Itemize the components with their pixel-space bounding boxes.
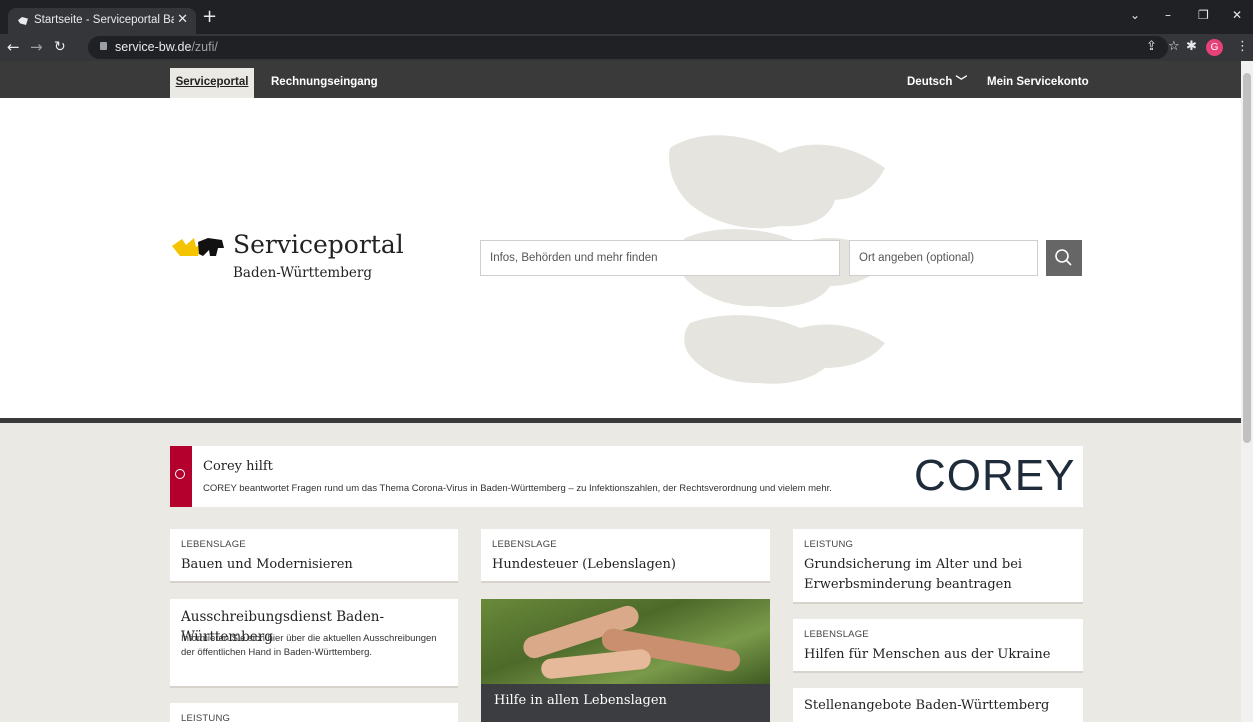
close-window-icon[interactable]: ✕ — [1232, 8, 1242, 22]
search-field[interactable] — [480, 240, 840, 276]
url-text: service-bw.de/zufi/ — [115, 40, 218, 54]
location-field[interactable] — [849, 240, 1038, 276]
card-title: Hundesteuer (Lebenslagen) — [492, 557, 676, 572]
search-button[interactable] — [1046, 240, 1082, 276]
card-hilfe-lebenslagen[interactable]: Hilfe in allen Lebenslagen — [481, 599, 770, 722]
page-scrollbar[interactable] — [1241, 61, 1253, 722]
info-icon — [175, 469, 185, 479]
card-ukraine[interactable]: LEBENSLAGE Hilfen für Menschen aus der U… — [793, 619, 1083, 673]
browser-tab[interactable]: Startseite - Serviceportal Baden-W ✕ — [8, 8, 196, 34]
card-ausschreibungsdienst[interactable]: Ausschreibungsdienst Baden-Württemberg I… — [170, 599, 458, 688]
search-icon — [1055, 249, 1072, 266]
logo-icon — [172, 238, 224, 256]
card-title: Hilfen für Menschen aus der Ukraine — [804, 647, 1051, 662]
chevron-down-icon: ﹀ — [955, 76, 968, 88]
tab-rechnungseingang[interactable]: Rechnungseingang — [271, 68, 378, 98]
chevron-down-icon[interactable]: ⌄ — [1130, 8, 1140, 22]
corey-description: COREY beantwortet Fragen rund um das The… — [203, 483, 832, 494]
card-title: Stellenangebote Baden-Württemberg — [804, 698, 1050, 713]
language-label: Deutsch — [907, 76, 953, 88]
content-section: Corey hilft COREY beantwortet Fragen run… — [0, 423, 1241, 722]
card-text: Informieren Sie sich hier über die aktue… — [181, 633, 437, 658]
scrollbar-thumb[interactable] — [1243, 73, 1251, 443]
logo-title: Serviceportal — [233, 230, 404, 259]
share-icon[interactable]: ⇪ — [1146, 39, 1157, 54]
card-bauen[interactable]: LEBENSLAGE Bauen und Modernisieren — [170, 529, 458, 583]
close-tab-icon[interactable]: ✕ — [177, 12, 188, 27]
card-kicker: LEBENSLAGE — [181, 539, 246, 550]
new-tab-icon[interactable]: + — [202, 8, 217, 26]
corey-title: Corey hilft — [203, 459, 273, 474]
card-kicker: LEBENSLAGE — [492, 539, 557, 550]
photo-caption: Hilfe in allen Lebenslagen — [494, 693, 667, 708]
card-title: Bauen und Modernisieren — [181, 557, 353, 572]
card-grundsicherung[interactable]: LEISTUNG Grundsicherung im Alter und bei… — [793, 529, 1083, 604]
corey-alert-bar — [170, 446, 192, 507]
minimize-icon[interactable]: – — [1165, 8, 1171, 22]
tab-serviceportal[interactable]: Serviceportal — [170, 68, 254, 98]
favicon-icon — [18, 17, 28, 25]
corey-logo: COREY — [914, 451, 1076, 500]
bookmark-star-icon[interactable]: ☆ — [1168, 39, 1180, 54]
extensions-icon[interactable]: ✱ — [1186, 39, 1197, 54]
logo-subtitle: Baden-Württemberg — [233, 265, 372, 281]
corey-banner[interactable]: Corey hilft COREY beantwortet Fragen run… — [170, 446, 1083, 507]
card-title-line1: Grundsicherung im Alter und bei — [804, 557, 1023, 572]
card-hundesteuer[interactable]: LEBENSLAGE Hundesteuer (Lebenslagen) — [481, 529, 770, 583]
site-nav: Serviceportal Rechnungseingang Deutsch ﹀… — [0, 61, 1241, 98]
tab-title: Startseite - Serviceportal Baden-W — [34, 14, 174, 26]
hands-photo — [481, 599, 770, 684]
hero-section: Serviceportal Baden-Württemberg — [0, 98, 1241, 418]
card-leistung[interactable]: LEISTUNG — [170, 703, 458, 722]
browser-tabstrip: Startseite - Serviceportal Baden-W ✕ + ⌄… — [0, 0, 1253, 34]
menu-dots-icon[interactable]: ⋮ — [1236, 39, 1249, 54]
card-kicker: LEBENSLAGE — [804, 629, 869, 640]
address-bar[interactable]: service-bw.de/zufi/ — [88, 36, 1168, 59]
lock-icon — [100, 42, 107, 50]
card-title-line2: Erwerbsminderung beantragen — [804, 577, 1012, 592]
language-select[interactable]: Deutsch ﹀ — [907, 68, 967, 96]
card-stellenangebote[interactable]: Stellenangebote Baden-Württemberg — [793, 688, 1083, 722]
search-input[interactable] — [481, 241, 839, 275]
card-kicker: LEISTUNG — [804, 539, 854, 550]
forward-icon[interactable]: → — [30, 38, 43, 56]
reload-icon[interactable]: ↻ — [54, 38, 66, 56]
account-link[interactable]: Mein Servicekonto — [987, 68, 1089, 96]
restore-icon[interactable]: ❐ — [1198, 8, 1209, 22]
back-icon[interactable]: ← — [7, 38, 20, 56]
location-input[interactable] — [850, 241, 1037, 275]
browser-toolbar: ← → ↻ service-bw.de/zufi/ ⇪ ☆ ✱ ⋮ — [0, 34, 1253, 61]
card-kicker: LEISTUNG — [181, 713, 231, 722]
profile-avatar[interactable]: G — [1206, 39, 1223, 56]
